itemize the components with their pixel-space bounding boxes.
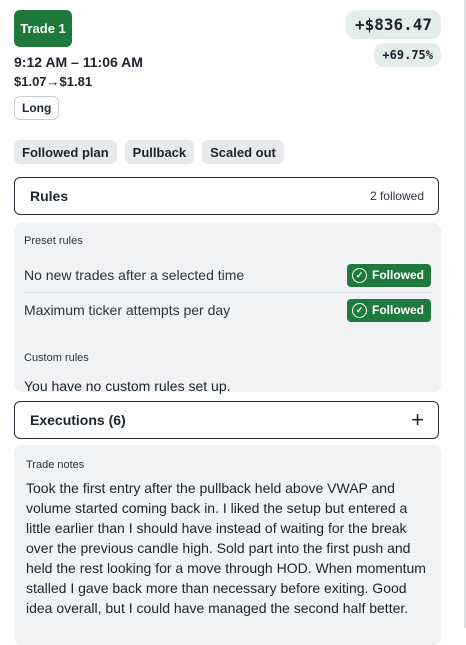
rules-panel: Preset rules No new trades after a selec… — [14, 223, 441, 394]
preset-rule-row: Maximum ticker attempts per day ✓ Follow… — [24, 293, 431, 327]
preset-rule-row: No new trades after a selected time ✓ Fo… — [24, 258, 431, 292]
trade-badge: Trade 1 — [14, 10, 72, 47]
entry-price: $1.07 — [14, 74, 47, 89]
trade-time-range: 9:12 AM – 11:06 AM — [14, 54, 143, 70]
exit-price: $1.81 — [59, 74, 93, 89]
followed-badge: ✓ Followed — [347, 298, 431, 322]
tag-list: Followed plan Pullback Scaled out — [14, 140, 284, 164]
preset-rules-label: Preset rules — [24, 235, 83, 247]
side-badge: Long — [14, 96, 60, 120]
rule-text: No new trades after a selected time — [24, 267, 245, 283]
tag: Scaled out — [202, 140, 284, 164]
followed-label: Followed — [372, 268, 424, 282]
followed-label: Followed — [372, 303, 424, 317]
trade-notes-label: Trade notes — [26, 459, 85, 471]
check-circle-icon: ✓ — [352, 302, 367, 318]
arrow-right-icon: → — [46, 74, 60, 89]
rules-title: Rules — [30, 188, 69, 204]
trade-notes-text: Took the first entry after the pullback … — [26, 480, 426, 616]
rule-text: Maximum ticker attempts per day — [24, 302, 231, 318]
followed-badge: ✓ Followed — [347, 263, 431, 287]
custom-rules-label: Custom rules — [24, 352, 89, 364]
executions-header[interactable]: Executions (6) + — [14, 401, 439, 439]
executions-title: Executions (6) — [30, 412, 126, 428]
trade-price-range: $1.07→$1.81 — [14, 74, 92, 89]
pnl-percent: +69.75% — [374, 43, 441, 67]
check-circle-icon: ✓ — [352, 267, 367, 283]
rules-followed-count: 2 followed — [369, 189, 424, 203]
custom-rules-empty: You have no custom rules set up. — [24, 378, 231, 394]
tag: Followed plan — [14, 140, 117, 164]
notes-panel: Trade notes Took the first entry after t… — [14, 445, 441, 645]
rules-header[interactable]: Rules 2 followed — [14, 177, 439, 215]
pnl-amount: +$836.47 — [345, 10, 441, 39]
tag: Pullback — [124, 140, 195, 164]
plus-icon[interactable]: + — [411, 409, 424, 431]
